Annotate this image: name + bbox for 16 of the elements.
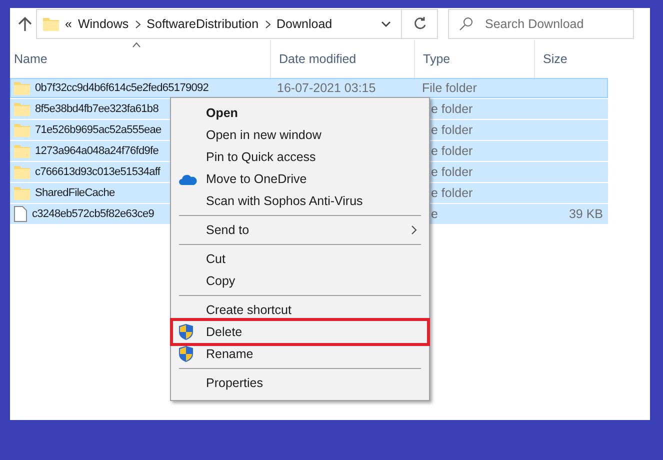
file-name: SharedFileCache [35,187,115,199]
date-modified: 16-07-2021 03:15 [277,81,376,95]
file-name: c3248eb572cb5f82e63ce9 [32,208,154,220]
file-type: e folder [431,144,473,158]
file-name: 0b7f32cc9d4b6f614c5e2fed65179092 [35,82,209,94]
file-type: e [431,207,438,221]
file-name: c766613d93c013e51534aff [35,166,160,178]
file-name: 71e526b9695ac52a555eae [35,124,162,136]
file-type: e folder [431,186,473,200]
file-type: e folder [431,165,473,179]
file-type: File folder [422,81,477,95]
file-type: e folder [431,123,473,137]
file-type: e folder [431,102,473,116]
file-name: 8f5e38bd4fb7ee323fa61b8 [35,103,158,115]
file-name: 1273a964a048a24f76fd9fe [35,145,158,157]
file-size: 39 KB [568,207,603,221]
